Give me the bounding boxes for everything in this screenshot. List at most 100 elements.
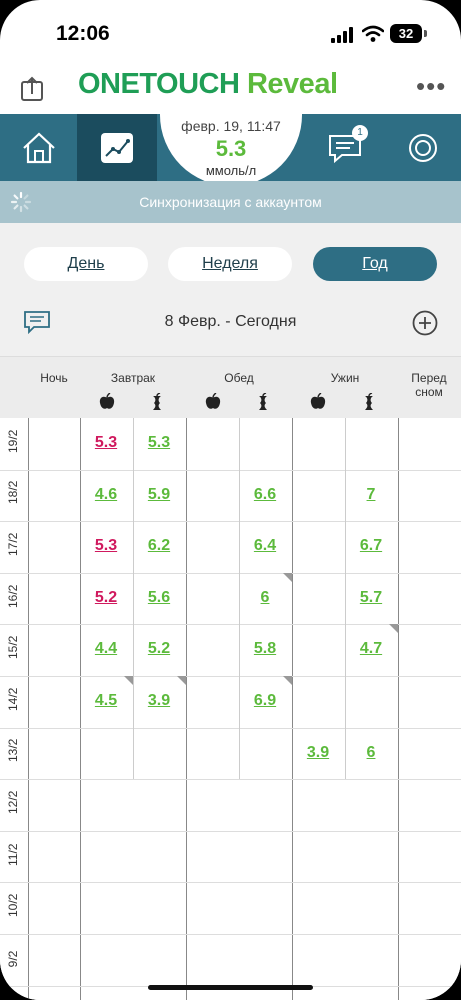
status-bar: 12:06 32 [0,0,461,62]
last-reading-card[interactable]: февр. 19, 11:47 5.3 ммоль/л [160,96,302,186]
glucose-reading[interactable]: 6 [345,744,397,762]
row-divider [0,830,461,832]
note-marker [177,676,186,685]
home-icon [23,131,55,163]
row-date: 19/2 [6,429,20,453]
col-night: Ночь [40,371,68,385]
row-date: 10/2 [6,893,20,918]
note-marker [283,676,292,685]
note-marker [389,624,398,634]
tab-year[interactable]: Год [313,247,437,281]
glucose-reading[interactable]: 5.2 [80,589,132,607]
nav-messages[interactable] [322,114,368,181]
glucose-reading[interactable]: 5.7 [345,589,397,607]
glucose-reading[interactable]: 5.3 [80,537,132,555]
battery-tip [424,30,427,37]
glucose-reading[interactable]: 7 [345,486,397,504]
subcolumn-divider [239,727,240,780]
row-divider [0,727,461,729]
nav-trends[interactable] [77,114,157,181]
nav-trends-active[interactable] [77,114,157,181]
col-dinner: Ужин [330,371,360,385]
share-icon[interactable] [20,76,44,102]
trend-chart-icon [101,132,133,163]
period-controls: День Неделя Год 8 Февр. - Сегодня [0,223,461,356]
glucose-reading[interactable]: 5.8 [239,640,291,658]
row-date: 15/2 [6,635,20,660]
note-marker [124,676,133,685]
lifebuoy-icon [409,133,437,162]
subcolumn-divider [345,418,346,470]
home-indicator [148,985,313,990]
row-date: 11/2 [6,843,20,866]
glucose-reading[interactable]: 6 [239,589,291,607]
glucose-reading[interactable]: 6.6 [239,486,291,504]
row-divider [0,469,461,471]
row-divider [0,779,461,781]
row-divider [0,882,461,884]
add-icon[interactable] [411,309,439,337]
col-lunch: Обед [224,371,254,385]
column-divider [292,418,293,1000]
after-meal-core-icon [259,393,267,410]
glucose-reading[interactable]: 6.7 [345,537,397,555]
row-date: 18/2 [6,481,20,505]
row-date: 17/2 [6,532,20,556]
glucose-reading[interactable]: 3.9 [292,744,344,762]
before-meal-apple-icon [99,393,115,409]
row-date: 12/2 [6,790,20,814]
battery-indicator: 32 [390,24,422,43]
subcolumn-divider [345,676,346,728]
sync-text: Синхронизация с аккаунтом [139,194,322,210]
glucose-reading[interactable]: 4.5 [80,692,132,710]
after-meal-core-icon [365,393,373,410]
glucose-reading[interactable]: 5.3 [80,434,132,452]
glucose-reading[interactable]: 5.6 [133,589,185,607]
row-date: 14/2 [6,687,20,711]
column-headers: Ночь Завтрак Обед Ужин Перед сном [0,356,461,418]
subcolumn-divider [133,727,134,780]
wifi-icon [362,25,384,42]
more-options-icon[interactable]: ••• [416,73,446,99]
glucose-reading[interactable]: 4.4 [80,640,132,658]
row-date: 16/2 [6,584,20,608]
row-divider [0,521,461,523]
glucose-reading[interactable]: 5.3 [133,434,185,452]
sync-banner: Синхронизация с аккаунтом [0,181,461,223]
glucose-reading[interactable]: 6.4 [239,537,291,555]
row-divider [0,572,461,574]
column-divider [28,418,29,1000]
date-range-label: 8 Февр. - Сегодня [164,313,297,330]
cellular-signal-icon [331,27,353,43]
tab-day[interactable]: День [24,247,148,281]
note-marker [283,572,292,582]
glucose-reading[interactable]: 5.9 [133,486,185,504]
glucose-reading[interactable]: 4.7 [345,640,397,658]
column-divider [186,418,187,1000]
glucose-reading[interactable]: 3.9 [133,692,185,710]
glucose-reading[interactable]: 5.2 [133,640,185,658]
col-bedtime: Перед сном [411,371,447,399]
messages-badge: 1 [352,125,368,141]
glucose-reading[interactable]: 6.2 [133,537,185,555]
last-reading-unit: ммоль/л [205,163,257,178]
before-meal-apple-icon [310,393,326,409]
row-divider [0,676,461,677]
last-reading-value: 5.3 [215,136,247,161]
glucose-reading[interactable]: 4.6 [80,486,132,504]
col-breakfast: Завтрак [110,371,156,385]
logbook-grid: 19/2 5.3 5.3 18/2 4.6 5.9 6.6 7 17/2 5.3 6.2 6.4 6.7… [0,418,461,1000]
last-reading-datetime: февр. 19, 11:47 [181,118,281,134]
row-divider [0,934,461,935]
nav-help[interactable] [402,114,444,181]
row-date: 9/2 [6,950,20,968]
app-screen: 12:06 32 ONETOUCH Reveal ••• 1 февр. 19,… [0,0,461,1000]
row-date: 13/2 [6,739,20,763]
subcolumn-divider [239,418,240,470]
glucose-reading[interactable]: 6.9 [239,692,291,710]
tab-week[interactable]: Неделя [168,247,292,281]
after-meal-core-icon [153,393,161,410]
status-time: 12:06 [56,22,110,45]
before-meal-apple-icon [205,393,221,409]
nav-home[interactable] [10,114,68,181]
